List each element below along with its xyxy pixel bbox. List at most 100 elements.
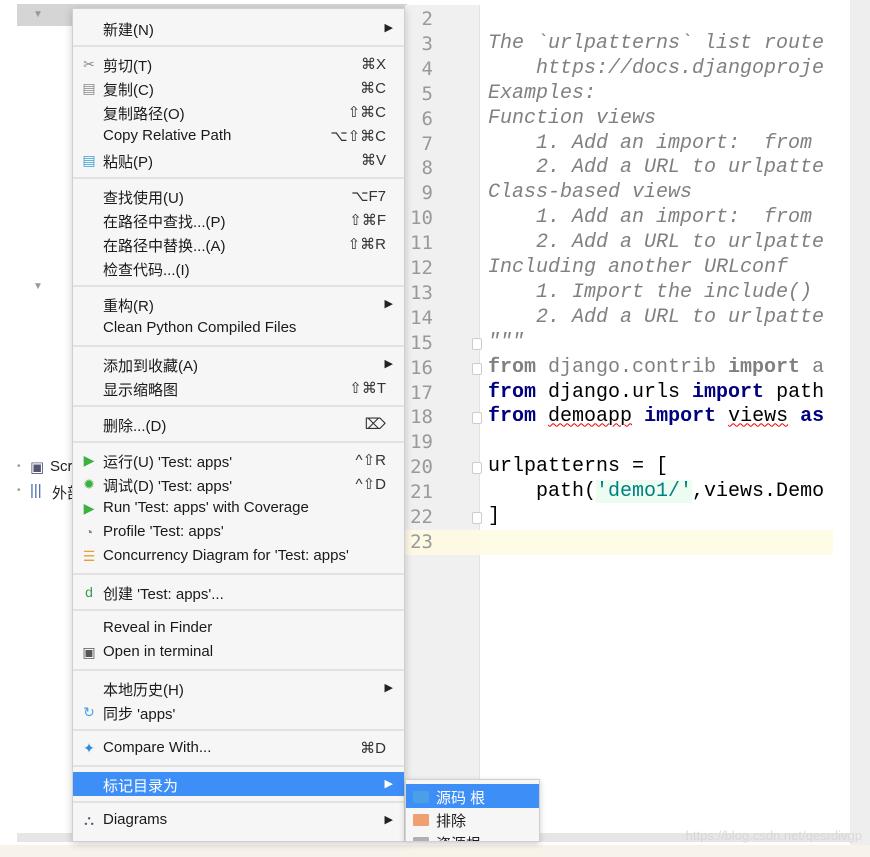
menu-item[interactable]: Copy Relative Path ⌥⇧⌘C: [73, 124, 404, 148]
menu-shortcut: ^⇧D: [355, 476, 386, 493]
code-token: import: [728, 355, 801, 379]
line-number: 9: [421, 182, 433, 205]
menu-item[interactable]: 查找使用(U) ⌥F7: [73, 184, 404, 208]
menu-item[interactable]: 删除...(D) ⌦: [73, 412, 404, 436]
menu-item[interactable]: ▤ 复制(C) ⌘C: [73, 76, 404, 100]
expand-arrow-icon[interactable]: •: [17, 485, 21, 496]
code-line: 1. Import the include(): [488, 281, 833, 304]
menu-item[interactable]: 显示缩略图 ⇧⌘T: [73, 376, 404, 400]
line-number: 21: [410, 481, 433, 504]
submenu-item-label: 资源根: [436, 833, 481, 841]
code-token: 2. Add a URL to urlpatte: [488, 231, 825, 255]
menu-item-label: 复制(C): [103, 82, 154, 99]
code-line: 2. Add a URL to urlpatte: [488, 231, 833, 254]
submenu-item[interactable]: 源码 根: [406, 784, 539, 808]
menu-item[interactable]: 新建(N) ▶: [73, 16, 404, 40]
menu-shortcut: ⌥⇧⌘C: [330, 128, 386, 145]
menu-item[interactable]: ✦ Compare With... ⌘D: [73, 736, 404, 760]
menu-item[interactable]: ▣ Open in terminal: [73, 640, 404, 664]
menu-item-label: 添加到收藏(A): [103, 358, 198, 375]
menu-item[interactable]: 重构(R) ▶: [73, 292, 404, 316]
menu-separator: [73, 765, 404, 767]
code-token: ]: [488, 505, 501, 528]
menu-item[interactable]: ✂ 剪切(T) ⌘X: [73, 52, 404, 76]
concurrency-icon: ☰: [82, 548, 96, 564]
code-line: 1. Add an import: from: [488, 132, 833, 155]
line-number: 6: [421, 107, 433, 130]
code-token: path(: [488, 480, 597, 504]
menu-item[interactable]: 在路径中替换...(A) ⇧⌘R: [73, 232, 404, 256]
menu-item-label: Copy Relative Path: [103, 127, 232, 144]
menu-item-label: Diagrams: [103, 811, 168, 828]
profile-icon: ◔: [84, 524, 94, 540]
menu-item[interactable]: 标记目录为 ▶: [73, 772, 404, 796]
submenu-item[interactable]: 排除: [406, 807, 539, 831]
menu-item[interactable]: d 创建 'Test: apps'...: [73, 580, 404, 604]
menu-item[interactable]: 复制路径(O) ⇧⌘C: [73, 100, 404, 124]
submenu-item-label: 源码 根: [436, 790, 486, 807]
code-token: 'demo1/': [596, 480, 693, 504]
line-number: 15: [410, 331, 433, 354]
fold-marker-icon[interactable]: [472, 512, 482, 524]
expand-arrow-icon[interactable]: •: [17, 461, 21, 472]
context-menu: 新建(N) ▶ ✂ 剪切(T) ⌘X ▤ 复制(C) ⌘C 复制路径(O) ⇧⌘C Copy Rel…: [72, 8, 405, 842]
code-token: from: [488, 355, 537, 379]
line-number: 19: [410, 431, 433, 454]
mark-directory-submenu: 源码 根排除资源根: [405, 779, 540, 842]
menu-item[interactable]: ▶ 运行(U) 'Test: apps' ^⇧R: [73, 448, 404, 472]
submenu-arrow-icon: ▶: [384, 298, 393, 310]
fold-marker-icon[interactable]: [472, 362, 482, 375]
menu-item-label: 删除...(D): [103, 418, 167, 435]
menu-separator: [73, 405, 404, 407]
menu-item-label: 查找使用(U): [103, 190, 184, 207]
fold-marker-icon[interactable]: [472, 412, 482, 425]
code-line: https://docs.djangoproje: [488, 57, 833, 80]
code-token: django.urls: [536, 380, 693, 404]
code-line: Function views: [488, 107, 833, 130]
menu-item[interactable]: Clean Python Compiled Files: [73, 316, 404, 340]
menu-item[interactable]: ✹ 调试(D) 'Test: apps' ^⇧D: [73, 472, 404, 496]
menu-item-label: Compare With...: [103, 739, 212, 756]
code-line: The `urlpatterns` list route: [488, 32, 833, 55]
submenu-item[interactable]: 资源根: [406, 830, 539, 841]
menu-separator: [73, 801, 404, 803]
submenu-arrow-icon: ▶: [384, 22, 393, 34]
expand-arrow-icon[interactable]: ▼: [33, 9, 43, 20]
menu-item[interactable]: ↻ 同步 'apps': [73, 700, 404, 724]
code-token: Including another URLconf: [488, 256, 789, 279]
compare-icon: ✦: [83, 740, 95, 756]
menu-item[interactable]: ▤ 粘贴(P) ⌘V: [73, 148, 404, 172]
menu-item[interactable]: ▶ Run 'Test: apps' with Coverage: [73, 496, 404, 520]
menu-item[interactable]: 检查代码...(I): [73, 256, 404, 280]
submenu-arrow-icon: ▶: [384, 778, 393, 790]
code-token: views: [728, 405, 789, 429]
menu-item[interactable]: ◔ Profile 'Test: apps': [73, 520, 404, 544]
menu-shortcut: ⇧⌘F: [349, 212, 386, 229]
menu-shortcut: ⇧⌘T: [349, 380, 386, 397]
menu-shortcut: ⌘X: [360, 56, 386, 73]
code-line: from django.contrib import a: [488, 356, 833, 379]
expand-arrow-icon[interactable]: ▼: [33, 281, 43, 292]
tree-item-scratches[interactable]: Scr: [50, 458, 73, 475]
code-line: 2. Add a URL to urlpatte: [488, 306, 833, 329]
menu-shortcut: ⇧⌘R: [347, 236, 386, 253]
menu-item[interactable]: ☰ Concurrency Diagram for 'Test: apps': [73, 544, 404, 568]
fold-marker-icon[interactable]: [472, 337, 482, 350]
menu-shortcut: ⌥F7: [351, 188, 386, 205]
menu-item-label: Profile 'Test: apps': [103, 523, 224, 540]
menu-item[interactable]: Reveal in Finder: [73, 616, 404, 640]
code-token: 1. Import the include(): [488, 280, 813, 304]
code-line: from demoapp import views as: [488, 405, 833, 428]
menu-item[interactable]: ⛬ Diagrams ▶: [73, 808, 404, 832]
line-number: 16: [410, 356, 433, 379]
code-token: Function views: [488, 106, 657, 130]
fold-marker-icon[interactable]: [472, 462, 482, 475]
menu-item-label: 调试(D) 'Test: apps': [103, 478, 233, 495]
menu-separator: [73, 669, 404, 671]
menu-item[interactable]: 添加到收藏(A) ▶: [73, 352, 404, 376]
menu-item-label: 运行(U) 'Test: apps': [103, 454, 233, 471]
coverage-icon: ▶: [83, 500, 95, 516]
menu-item[interactable]: 本地历史(H) ▶: [73, 676, 404, 700]
menu-item[interactable]: 在路径中查找...(P) ⇧⌘F: [73, 208, 404, 232]
